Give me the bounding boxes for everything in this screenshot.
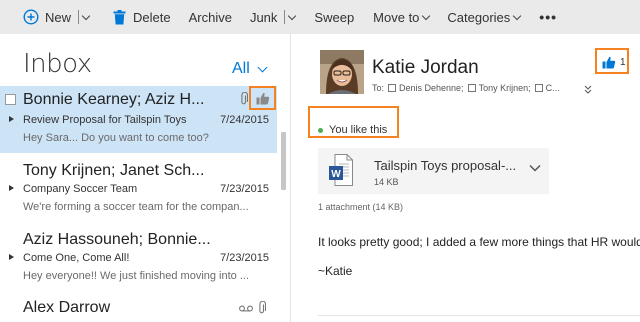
svg-text:W: W (331, 169, 341, 180)
junk-label: Junk (249, 9, 278, 25)
sweep-button[interactable]: Sweep (314, 0, 354, 34)
list-item[interactable]: Bonnie Kearney; Aziz H... Review Proposa… (0, 86, 277, 153)
message-subject: Come One, Come All! (23, 252, 130, 264)
move-to-label: Move to (373, 9, 420, 25)
message-from: Alex Darrow (23, 299, 111, 316)
move-to-button[interactable]: Move to (373, 0, 431, 34)
message-date: 7/23/2015 (220, 252, 269, 264)
chevron-down-icon (513, 11, 522, 20)
message-body-line: ~Katie (318, 264, 353, 278)
attachment-size: 14 KB (374, 177, 399, 187)
sender-name: Katie Jordan (372, 57, 479, 78)
chevron-down-icon (288, 11, 297, 20)
more-actions-button[interactable]: ••• (539, 0, 557, 34)
list-item[interactable]: Aziz Hassouneh; Bonnie... Come One, Come… (0, 222, 277, 290)
junk-dropdown-button[interactable] (288, 0, 297, 34)
attachment-card[interactable]: W Tailspin Toys proposal-... 14 KB (318, 148, 549, 194)
select-checkbox[interactable] (5, 94, 16, 105)
message-preview: Hey Sara... Do you want to come too? (23, 132, 209, 144)
junk-button[interactable]: Junk (250, 0, 277, 34)
folder-title: Inbox (23, 49, 92, 79)
to-label: To: (372, 83, 385, 93)
message-body-line: It looks pretty good; I added a few more… (318, 235, 640, 249)
recipients-line: To: Denis Dehenne; Tony Krijnen; C... (372, 83, 560, 93)
trash-icon (113, 9, 126, 24)
delete-label: Delete (133, 9, 171, 25)
recipient-name[interactable]: C... (546, 83, 560, 93)
sweep-label: Sweep (314, 9, 355, 25)
message-subject: Company Soccer Team (23, 183, 138, 195)
message-date: 7/24/2015 (220, 114, 269, 126)
chevron-down-icon (257, 62, 268, 72)
message-date: 7/23/2015 (220, 183, 269, 195)
ellipsis-icon: ••• (539, 9, 558, 25)
categories-button[interactable]: Categories (447, 0, 522, 34)
recipient-name[interactable]: Tony Krijnen; (479, 83, 531, 93)
expand-conversation-icon[interactable] (9, 116, 14, 122)
toolbar-separator (78, 10, 80, 24)
list-scrollbar[interactable] (281, 132, 286, 190)
like-highlight-box (249, 86, 276, 110)
word-document-icon: W (329, 154, 353, 186)
message-from: Bonnie Kearney; Aziz H... (23, 91, 205, 108)
toolbar-separator (284, 10, 286, 24)
recipient-checkbox[interactable] (467, 84, 476, 92)
recipient-name[interactable]: Denis Dehenne; (399, 83, 464, 93)
message-from: Tony Krijnen; Janet Sch... (23, 162, 205, 179)
new-button[interactable]: New (23, 0, 71, 34)
archive-button[interactable]: Archive (189, 0, 232, 34)
chevron-down-icon[interactable] (529, 164, 541, 172)
command-toolbar: New Delete Archive Junk Sweep Move to Ca… (0, 0, 640, 34)
attachment-count: 1 attachment (14 KB) (318, 202, 404, 212)
expand-recipients-icon[interactable] (584, 85, 592, 94)
divider (318, 315, 640, 316)
you-like-this-highlight-box (308, 106, 399, 138)
reading-pane: Katie Jordan To: Denis Dehenne; Tony Kri… (292, 34, 640, 322)
new-dropdown-button[interactable] (81, 0, 91, 34)
expand-conversation-icon[interactable] (9, 185, 14, 191)
plus-circle-icon (23, 9, 39, 25)
voicemail-icon (239, 305, 253, 312)
recipient-checkbox[interactable] (534, 84, 543, 92)
paperclip-icon (241, 92, 248, 105)
list-item[interactable]: Tony Krijnen; Janet Sch... Company Socce… (0, 154, 277, 222)
attachment-name: Tailspin Toys proposal-... (374, 158, 517, 173)
message-from: Aziz Hassouneh; Bonnie... (23, 231, 211, 248)
delete-button[interactable]: Delete (113, 0, 171, 34)
recipient-checkbox[interactable] (388, 84, 397, 92)
filter-dropdown[interactable]: All (232, 60, 268, 78)
chevron-down-icon (81, 11, 91, 20)
expand-conversation-icon[interactable] (9, 254, 14, 260)
categories-label: Categories (447, 9, 511, 25)
chevron-down-icon (422, 11, 431, 20)
message-preview: We're forming a soccer team for the comp… (23, 201, 249, 213)
new-label: New (45, 9, 72, 25)
list-item[interactable]: Alex Darrow (0, 290, 277, 322)
filter-label: All (232, 60, 250, 77)
like-highlight-box (595, 48, 629, 74)
message-preview: Hey everyone!! We just finished moving i… (23, 270, 250, 282)
archive-label: Archive (188, 9, 232, 25)
message-list-pane: Inbox All Bonnie Kearney; Aziz H... Revi… (0, 34, 291, 322)
paperclip-icon (259, 301, 266, 314)
message-subject: Review Proposal for Tailspin Toys (23, 114, 187, 126)
sender-avatar (320, 50, 364, 94)
